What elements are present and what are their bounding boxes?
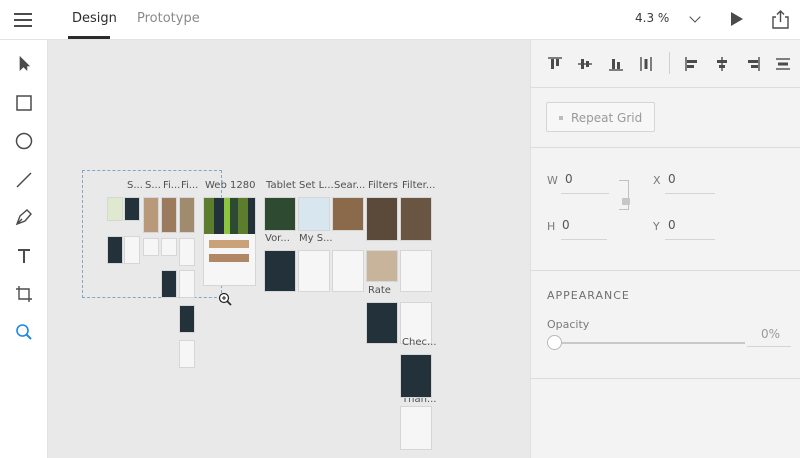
artboard-thumbnail[interactable] <box>400 250 432 292</box>
artboard-filters[interactable] <box>366 197 398 241</box>
artboard-thumbnail[interactable] <box>161 197 177 233</box>
pen-icon[interactable] <box>13 206 35 228</box>
hamburger-menu-icon[interactable] <box>14 12 34 28</box>
x-field[interactable]: 0 <box>668 172 676 186</box>
artboard-thumbnail[interactable] <box>124 236 140 264</box>
divider <box>531 270 800 271</box>
x-underline <box>665 193 715 194</box>
divider <box>669 52 670 74</box>
aspect-lock-bracket <box>619 180 629 210</box>
artboard-label[interactable]: Filters <box>368 180 398 191</box>
artboard-thumbnail[interactable] <box>366 250 398 282</box>
y-underline <box>665 239 715 240</box>
artboard-thumbnail[interactable] <box>161 270 177 298</box>
artboard-thumbnail[interactable] <box>179 340 195 368</box>
x-label: X <box>653 174 661 187</box>
align-top-icon[interactable] <box>547 56 563 72</box>
height-underline <box>561 239 607 240</box>
width-label: W <box>547 174 558 187</box>
artboard-label[interactable]: Tablet <box>266 180 296 191</box>
artboard-label[interactable]: Chec... <box>402 337 437 348</box>
select-arrow-icon[interactable] <box>13 53 35 75</box>
artboard-thumbnail[interactable] <box>143 238 159 256</box>
artboard-label[interactable]: Set L... <box>299 180 334 191</box>
y-field[interactable]: 0 <box>668 218 676 232</box>
opacity-slider-track[interactable] <box>561 342 745 344</box>
zoom-icon[interactable] <box>13 321 35 343</box>
align-right-icon[interactable] <box>745 56 761 72</box>
width-underline <box>561 193 609 194</box>
selection-marquee <box>82 170 222 298</box>
artboard-thumbnail[interactable] <box>332 250 364 292</box>
opacity-field[interactable]: 0% <box>761 327 780 341</box>
zoom-value: 4.3 % <box>635 11 670 25</box>
line-icon[interactable] <box>13 169 35 191</box>
artboard-sear[interactable] <box>332 197 364 231</box>
artboard-thumbnail[interactable] <box>179 305 195 333</box>
text-icon[interactable] <box>13 245 35 267</box>
repeat-grid-button[interactable]: Repeat Grid <box>546 102 655 132</box>
rectangle-icon[interactable] <box>13 92 35 114</box>
y-label: Y <box>653 220 660 233</box>
artboard-thumbnail[interactable] <box>298 250 330 292</box>
artboard-set-l[interactable] <box>298 197 330 231</box>
artboard-thumbnail[interactable] <box>107 197 123 221</box>
artboard-thumbnail[interactable] <box>161 238 177 256</box>
artboard-label[interactable]: Rate <box>368 285 391 296</box>
artboard-label[interactable]: Vor... <box>265 233 290 244</box>
width-field[interactable]: 0 <box>565 172 573 186</box>
artboard-thumbnail[interactable] <box>264 250 296 292</box>
artboard-label[interactable]: Sear... <box>334 180 365 191</box>
height-label: H <box>547 220 556 233</box>
divider <box>531 378 800 379</box>
play-icon[interactable] <box>731 12 743 26</box>
chevron-down-icon <box>689 11 701 23</box>
artboard-thumbnail[interactable] <box>400 354 432 398</box>
artboard-thumbnail[interactable] <box>400 406 432 450</box>
opacity-slider-handle[interactable] <box>547 335 562 350</box>
align-center-icon[interactable] <box>714 56 730 72</box>
artboard-thumbnail[interactable] <box>179 238 195 266</box>
artboard-label[interactable]: Filter... <box>402 180 435 191</box>
artboard-filter-2[interactable] <box>400 197 432 241</box>
repeat-grid-icon <box>559 116 563 120</box>
zoom-dropdown[interactable]: 4.3 % <box>628 11 704 29</box>
artboard-thumbnail[interactable] <box>107 236 123 264</box>
opacity-label: Opacity <box>547 318 590 331</box>
zoom-in-cursor-icon <box>218 292 232 306</box>
artboard-thumbnail[interactable] <box>143 197 159 233</box>
align-left-icon[interactable] <box>684 56 700 72</box>
align-middle-icon[interactable] <box>577 56 593 72</box>
artboard-web-1280[interactable] <box>203 197 256 286</box>
artboard-thumbnail[interactable] <box>124 197 140 221</box>
share-icon[interactable] <box>772 10 789 29</box>
active-tab-indicator <box>68 36 110 39</box>
artboard-thumbnail[interactable] <box>179 197 195 233</box>
distribute-horizontal-icon[interactable] <box>638 56 654 72</box>
artboard-label[interactable]: My S... <box>299 233 333 244</box>
opacity-underline <box>747 346 791 347</box>
distribute-vertical-icon[interactable] <box>775 56 791 72</box>
artboard-icon[interactable] <box>13 283 35 305</box>
ellipse-icon[interactable] <box>13 130 35 152</box>
tab-design[interactable]: Design <box>72 11 117 26</box>
artboard-thumbnail[interactable] <box>179 270 195 298</box>
artboard-thumbnail[interactable] <box>366 302 398 344</box>
align-bottom-icon[interactable] <box>608 56 624 72</box>
repeat-grid-label: Repeat Grid <box>571 111 643 125</box>
design-canvas[interactable]: S... S... Fi... Fi... Web 1280 Tablet Se… <box>48 40 530 458</box>
property-inspector: Repeat Grid W 0 H 0 X 0 Y 0 APPEARANCE O… <box>530 40 800 458</box>
tool-bar <box>0 40 48 458</box>
divider <box>531 147 800 148</box>
align-toolbar <box>531 40 800 88</box>
height-field[interactable]: 0 <box>562 218 570 232</box>
tab-prototype[interactable]: Prototype <box>137 11 200 26</box>
appearance-heading: APPEARANCE <box>547 289 630 302</box>
top-bar: Design Prototype 4.3 % <box>0 0 800 40</box>
lock-icon[interactable] <box>622 198 630 205</box>
artboard-tablet[interactable] <box>264 197 296 231</box>
